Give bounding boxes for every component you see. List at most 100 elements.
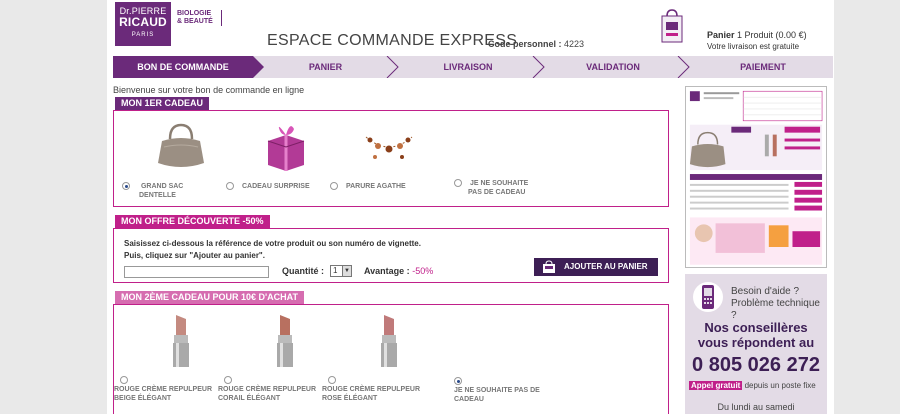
gift-option[interactable]: ROUGE CRÈME REPULPEUR BEIGE ÉLÉGANT — [114, 311, 222, 403]
gift-option[interactable]: GRAND SAC DENTELLE — [122, 117, 222, 200]
free-call-badge: Appel gratuit — [689, 381, 743, 390]
gift-label-line2: BEIGE ÉLÉGANT — [114, 395, 172, 402]
step-label: LIVRAISON — [443, 62, 493, 72]
offer-instruction-line2: Puis, cliquez sur "Ajouter au panier". — [124, 251, 265, 260]
gift-radio[interactable] — [454, 179, 462, 187]
gift-radio[interactable] — [122, 182, 130, 190]
step-validation[interactable]: VALIDATION — [548, 56, 678, 78]
brand-logo[interactable]: Dr.PIERRE RICAUD PARIS — [115, 2, 171, 46]
gift-label-line2: PAS DE CADEAU — [468, 189, 526, 196]
step-label: PANIER — [308, 62, 343, 72]
gift-label-line1: GRAND SAC — [140, 183, 184, 190]
help-question: Besoin d'aide ? Problème technique ? — [731, 286, 827, 322]
gift-label-line1: ROUGE CRÈME REPULPEUR — [322, 386, 421, 393]
step-panier[interactable]: PANIER — [263, 56, 388, 78]
section-first-gift: GRAND SAC DENTELLE CADEAU SURPRISE PARUR… — [113, 110, 669, 207]
gift-label: GRAND SAC DENTELLE — [122, 182, 222, 200]
welcome-text: Bienvenue sur votre bon de commande en l… — [113, 85, 305, 95]
gift-radio[interactable] — [120, 376, 128, 384]
chevron-down-icon: ▼ — [342, 266, 351, 276]
gift-label: PARURE AGATHE — [330, 182, 430, 191]
lipstick-beige-image — [152, 311, 210, 369]
cart-title-rest: 1 Produit (0.00 €) — [737, 30, 807, 40]
cart-summary[interactable]: Panier 1 Produit (0.00 €) Votre livraiso… — [707, 29, 807, 53]
cart-title-bold: Panier — [707, 30, 735, 40]
help-panel: Besoin d'aide ? Problème technique ? Nos… — [685, 274, 827, 414]
gift-label-line1: PARURE AGATHE — [345, 183, 406, 190]
bag-image — [152, 117, 210, 175]
step-paiement[interactable]: PAIEMENT — [693, 56, 833, 78]
help-hours: Du lundi au samedi — [717, 402, 795, 412]
cart-delivery-note: Votre livraison est gratuite — [707, 42, 800, 51]
gift-label: ROUGE CRÈME REPULPEUR CORAIL ÉLÉGANT — [218, 376, 326, 403]
gift-label: JE NE SOUHAITE PAS DE CADEAU — [454, 179, 554, 197]
gift-box-image — [256, 117, 314, 175]
personal-code: Code personnel : 4223 — [488, 39, 584, 49]
step-label: VALIDATION — [586, 62, 640, 72]
gift-label-line1: JE NE SOUHAITE PAS DE — [454, 387, 540, 394]
help-question-line2: Problème technique ? — [731, 298, 820, 321]
chevron-right-icon — [532, 56, 545, 78]
personal-code-label: Code personnel : — [488, 39, 562, 49]
advantage-label: Avantage : — [364, 266, 410, 276]
step-bon-de-commande[interactable]: BON DE COMMANDE — [113, 56, 264, 78]
offer-instructions: Saisissez ci-dessous la référence de vot… — [124, 238, 421, 262]
gift-option[interactable]: JE NE SOUHAITE PAS DE CADEAU — [454, 179, 554, 197]
logo-line3: PARIS — [131, 32, 155, 38]
gift-radio[interactable] — [328, 376, 336, 384]
checkout-steps: BON DE COMMANDE PANIER LIVRAISON VALIDAT… — [113, 56, 833, 78]
gift-option[interactable]: PARURE AGATHE — [330, 117, 430, 191]
gift-option[interactable]: JE NE SOUHAITE PAS DE CADEAU — [454, 377, 554, 404]
help-phone-number[interactable]: 0 805 026 272 — [685, 354, 827, 377]
gift-radio[interactable] — [226, 182, 234, 190]
section-first-gift-title: MON 1ER CADEAU — [115, 97, 210, 110]
brand-tagline: BIOLOGIE & BEAUTÉ — [177, 10, 222, 26]
gift-option[interactable]: CADEAU SURPRISE — [226, 117, 326, 191]
mobile-phone-icon — [693, 282, 723, 312]
help-question-line1: Besoin d'aide ? — [731, 286, 800, 297]
lipstick-rose-image — [360, 311, 418, 369]
page-title: ESPACE COMMANDE EXPRESS — [267, 32, 518, 49]
necklace-image — [360, 117, 418, 175]
section-offer-title: MON OFFRE DÉCOUVERTE -50% — [115, 215, 270, 228]
step-label: BON DE COMMANDE — [137, 62, 229, 72]
gift-label-line2: DENTELLE — [139, 192, 176, 199]
quantity-value: 1 — [333, 266, 338, 275]
chevron-right-icon — [386, 56, 399, 78]
product-reference-input[interactable] — [124, 266, 269, 278]
quantity-select[interactable]: 1 ▼ — [330, 265, 352, 277]
gift-label-line1: ROUGE CRÈME REPULPEUR — [114, 386, 213, 393]
tagline-line2: & BEAUTÉ — [177, 18, 213, 25]
section-offer: Saisissez ci-dessous la référence de vot… — [113, 228, 669, 283]
advantage: Avantage : -50% — [364, 266, 433, 276]
free-call-note: depuis un poste fixe — [744, 381, 816, 390]
lipstick-coral-image — [256, 311, 314, 369]
help-advisors-line1: Nos conseillères — [704, 320, 808, 335]
gift-label-line2: CADEAU — [454, 396, 484, 403]
gift-label: JE NE SOUHAITE PAS DE CADEAU — [454, 377, 554, 404]
gift-label-line2: ROSE ÉLÉGANT — [322, 395, 378, 402]
help-advisors-line2: vous répondent au — [697, 335, 815, 350]
personal-code-value: 4223 — [564, 39, 585, 49]
shopping-bag-icon[interactable] — [660, 8, 684, 44]
section-second-gift: ROUGE CRÈME REPULPEUR BEIGE ÉLÉGANT ROUG… — [113, 304, 669, 414]
gift-radio[interactable] — [224, 376, 232, 384]
chevron-right-icon — [677, 56, 690, 78]
add-to-cart-label: AJOUTER AU PANIER — [564, 262, 648, 271]
step-livraison[interactable]: LIVRAISON — [403, 56, 533, 78]
order-form-flyer-image[interactable] — [685, 86, 827, 268]
gift-option[interactable]: ROUGE CRÈME REPULPEUR ROSE ÉLÉGANT — [322, 311, 430, 403]
help-advisors: Nos conseillères vous répondent au — [685, 320, 827, 350]
advantage-value: -50% — [412, 266, 434, 276]
gift-label: ROUGE CRÈME REPULPEUR ROSE ÉLÉGANT — [322, 376, 430, 403]
section-second-gift-title: MON 2ÈME CADEAU POUR 10€ D'ACHAT — [115, 291, 304, 304]
gift-label-line2: CORAIL ÉLÉGANT — [218, 395, 281, 402]
gift-radio[interactable] — [454, 377, 462, 385]
gift-label: CADEAU SURPRISE — [226, 182, 326, 191]
add-to-cart-button[interactable]: AJOUTER AU PANIER — [534, 258, 658, 276]
tagline-line1: BIOLOGIE — [177, 10, 212, 17]
gift-option[interactable]: ROUGE CRÈME REPULPEUR CORAIL ÉLÉGANT — [218, 311, 326, 403]
gift-radio[interactable] — [330, 182, 338, 190]
help-free-call: Appel gratuit depuis un poste fixe — [689, 381, 816, 390]
offer-instruction-line1: Saisissez ci-dessous la référence de vot… — [124, 239, 421, 248]
